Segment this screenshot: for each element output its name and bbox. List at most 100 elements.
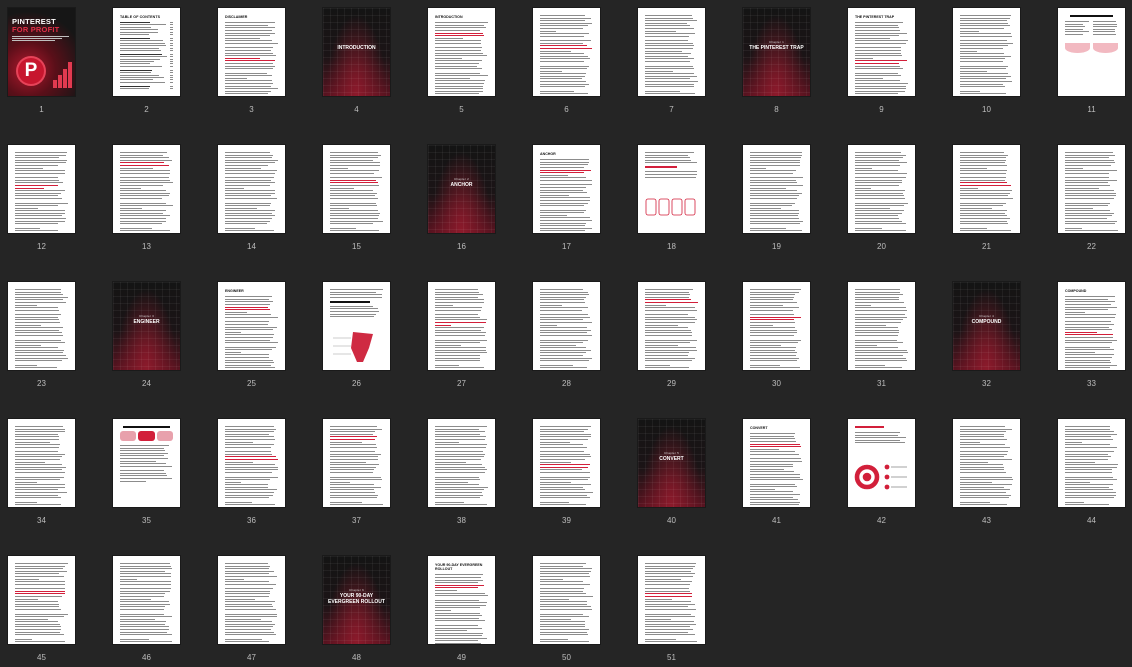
page-preview[interactable]: COMPOUND [1058, 282, 1125, 370]
page-thumbnail[interactable]: Chapter 3 ENGINEER 24 [113, 282, 181, 388]
page-thumbnail[interactable]: 11 [1058, 8, 1126, 114]
page-preview[interactable] [743, 145, 810, 233]
page-thumbnail[interactable]: 30 [743, 282, 811, 388]
page-preview[interactable] [953, 8, 1020, 96]
page-thumbnail[interactable]: TABLE OF CONTENTS 2 [113, 8, 181, 114]
page-thumbnail[interactable]: 22 [1058, 145, 1126, 251]
page-thumbnail[interactable]: 38 [428, 419, 496, 525]
page-thumbnail[interactable]: 7 [638, 8, 706, 114]
page-thumbnail[interactable]: 12 [8, 145, 76, 251]
page-preview[interactable] [533, 556, 600, 644]
page-thumbnail[interactable]: 47 [218, 556, 286, 662]
page-thumbnail[interactable]: ANCHOR 17 [533, 145, 601, 251]
page-preview[interactable] [533, 8, 600, 96]
page-preview[interactable] [8, 556, 75, 644]
page-thumbnail[interactable]: 50 [533, 556, 601, 662]
page-preview[interactable] [8, 145, 75, 233]
page-thumbnail[interactable]: ENGINEER 25 [218, 282, 286, 388]
page-preview[interactable] [218, 556, 285, 644]
page-thumbnail[interactable]: DISCLAIMER 3 [218, 8, 286, 114]
page-preview[interactable]: Chapter 2 ANCHOR [428, 145, 495, 233]
page-preview[interactable]: PINTEREST FOR PROFIT P [8, 8, 75, 96]
page-preview[interactable] [428, 282, 495, 370]
page-preview[interactable]: ENGINEER [218, 282, 285, 370]
page-thumbnail[interactable]: PINTEREST FOR PROFIT P 1 [8, 8, 76, 114]
page-thumbnail[interactable]: 45 [8, 556, 76, 662]
page-thumbnail[interactable]: 39 [533, 419, 601, 525]
page-preview[interactable] [218, 419, 285, 507]
page-preview[interactable]: TABLE OF CONTENTS [113, 8, 180, 96]
page-preview[interactable] [8, 419, 75, 507]
page-thumbnail[interactable]: 35 [113, 419, 181, 525]
page-thumbnail[interactable]: 26 [323, 282, 391, 388]
page-thumbnail[interactable]: Chapter 1 THE PINTEREST TRAP 8 [743, 8, 811, 114]
page-thumbnail[interactable]: 14 [218, 145, 286, 251]
page-preview[interactable]: Chapter 4 COMPOUND [953, 282, 1020, 370]
page-preview[interactable] [218, 145, 285, 233]
page-preview[interactable] [323, 145, 390, 233]
page-preview[interactable] [428, 419, 495, 507]
page-thumbnail[interactable]: CONVERT 41 [743, 419, 811, 525]
page-preview[interactable]: Chapter 6 YOUR 90-DAY EVERGREEN ROLLOUT [323, 556, 390, 644]
page-preview[interactable]: INTRODUCTION [428, 8, 495, 96]
page-preview[interactable] [638, 145, 705, 233]
page-thumbnail[interactable]: 6 [533, 8, 601, 114]
page-thumbnail[interactable]: 31 [848, 282, 916, 388]
page-preview[interactable]: Chapter 5 CONVERT [638, 419, 705, 507]
page-preview[interactable] [638, 8, 705, 96]
page-preview[interactable] [113, 419, 180, 507]
page-thumbnail[interactable]: THE PINTEREST TRAP 9 [848, 8, 916, 114]
page-preview[interactable] [848, 419, 915, 507]
page-preview[interactable]: ANCHOR [533, 145, 600, 233]
page-thumbnail[interactable]: Chapter 2 ANCHOR 16 [428, 145, 496, 251]
page-preview[interactable]: Chapter 1 THE PINTEREST TRAP [743, 8, 810, 96]
page-preview[interactable]: Chapter 3 ENGINEER [113, 282, 180, 370]
page-thumbnail[interactable]: 46 [113, 556, 181, 662]
page-thumbnail[interactable]: Chapter 5 CONVERT 40 [638, 419, 706, 525]
page-preview[interactable] [1058, 145, 1125, 233]
page-preview[interactable] [323, 419, 390, 507]
page-preview[interactable] [743, 282, 810, 370]
page-thumbnail[interactable]: COMPOUND 33 [1058, 282, 1126, 388]
page-thumbnail[interactable]: 44 [1058, 419, 1126, 525]
page-thumbnail[interactable]: 36 [218, 419, 286, 525]
page-thumbnail[interactable]: INTRODUCTION 5 [428, 8, 496, 114]
page-thumbnail[interactable]: YOUR 90-DAY EVERGREEN ROLLOUT 49 [428, 556, 496, 662]
page-thumbnail[interactable]: 21 [953, 145, 1021, 251]
page-preview[interactable] [1058, 419, 1125, 507]
page-thumbnail[interactable]: 10 [953, 8, 1021, 114]
page-thumbnail[interactable]: 28 [533, 282, 601, 388]
page-preview[interactable] [848, 145, 915, 233]
page-preview[interactable] [638, 282, 705, 370]
page-preview[interactable]: INTRODUCTION [323, 8, 390, 96]
page-thumbnail[interactable]: 23 [8, 282, 76, 388]
page-thumbnail[interactable]: 43 [953, 419, 1021, 525]
page-thumbnail[interactable]: 19 [743, 145, 811, 251]
page-preview[interactable] [113, 556, 180, 644]
page-preview[interactable] [953, 419, 1020, 507]
page-thumbnail[interactable]: Chapter 6 YOUR 90-DAY EVERGREEN ROLLOUT 48 [323, 556, 391, 662]
page-preview[interactable] [533, 419, 600, 507]
page-preview[interactable] [1058, 8, 1125, 96]
page-preview[interactable] [113, 145, 180, 233]
page-thumbnail[interactable]: 27 [428, 282, 496, 388]
page-thumbnail[interactable]: 18 [638, 145, 706, 251]
page-thumbnail[interactable]: 13 [113, 145, 181, 251]
page-thumbnail[interactable]: 29 [638, 282, 706, 388]
page-preview[interactable] [848, 282, 915, 370]
page-thumbnail[interactable]: 42 [848, 419, 916, 525]
page-preview[interactable]: YOUR 90-DAY EVERGREEN ROLLOUT [428, 556, 495, 644]
page-thumbnail[interactable]: 34 [8, 419, 76, 525]
page-preview[interactable] [638, 556, 705, 644]
page-thumbnail[interactable]: INTRODUCTION 4 [323, 8, 391, 114]
page-preview[interactable]: CONVERT [743, 419, 810, 507]
page-thumbnail[interactable]: 20 [848, 145, 916, 251]
page-preview[interactable] [953, 145, 1020, 233]
page-thumbnail[interactable]: 37 [323, 419, 391, 525]
page-preview[interactable] [323, 282, 390, 370]
page-preview[interactable] [8, 282, 75, 370]
page-thumbnail[interactable]: Chapter 4 COMPOUND 32 [953, 282, 1021, 388]
page-preview[interactable] [533, 282, 600, 370]
page-thumbnail[interactable]: 51 [638, 556, 706, 662]
page-preview[interactable]: DISCLAIMER [218, 8, 285, 96]
